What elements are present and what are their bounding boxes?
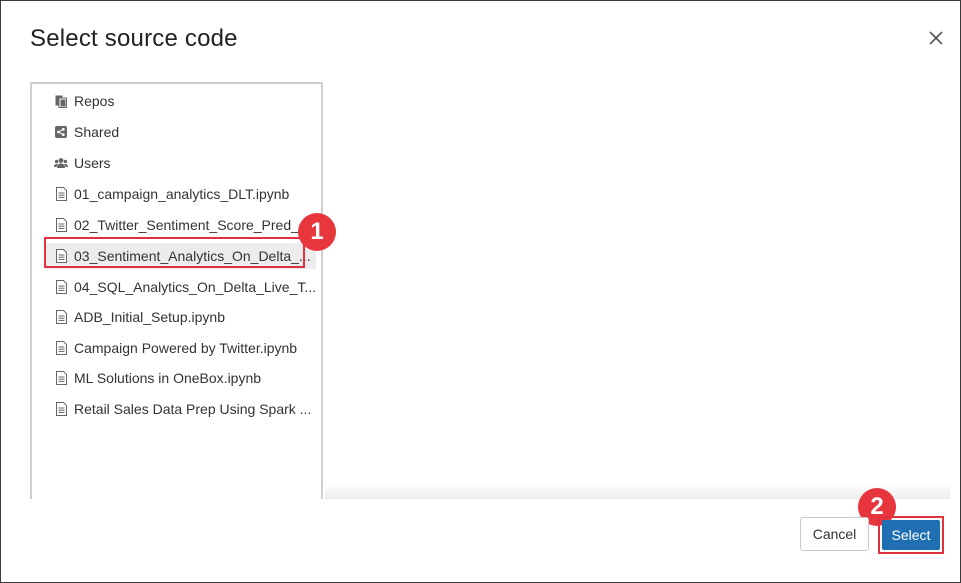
- tree-item-label: Campaign Powered by Twitter.ipynb: [74, 340, 298, 356]
- tree-item-label: 01_campaign_analytics_DLT.ipynb: [74, 186, 290, 202]
- tree-item-notebook-selected[interactable]: 03_Sentiment_Analytics_On_Delta_...: [46, 243, 316, 269]
- notebook-icon: [54, 279, 68, 295]
- tree-item-repos[interactable]: Repos: [54, 88, 316, 114]
- tree-item-notebook[interactable]: ML Solutions in OneBox.ipynb: [54, 365, 316, 391]
- tree-item-notebook[interactable]: Campaign Powered by Twitter.ipynb: [54, 335, 316, 361]
- tree-item-notebook[interactable]: ADB_Initial_Setup.ipynb: [54, 304, 316, 330]
- notebook-icon: [54, 217, 68, 233]
- notebook-icon: [54, 309, 68, 325]
- tree-item-notebook[interactable]: Retail Sales Data Prep Using Spark ...: [54, 396, 316, 422]
- tree-item-label: 03_Sentiment_Analytics_On_Delta_...: [74, 248, 311, 264]
- notebook-icon: [54, 370, 68, 386]
- tree-item-label: Retail Sales Data Prep Using Spark ...: [74, 401, 312, 417]
- tree-item-label: 04_SQL_Analytics_On_Delta_Live_T...: [74, 279, 316, 295]
- dialog-title: Select source code: [30, 25, 238, 52]
- tree-item-users[interactable]: Users: [54, 150, 316, 176]
- users-icon: [54, 155, 68, 171]
- tree-item-label: ML Solutions in OneBox.ipynb: [74, 370, 262, 386]
- notebook-icon: [54, 248, 68, 264]
- select-source-code-dialog: Select source code Repos Shared Users 01…: [0, 0, 961, 583]
- cancel-button[interactable]: Cancel: [800, 517, 869, 551]
- tree-item-label: Users: [74, 155, 111, 171]
- step2-highlight-box: Select: [878, 516, 944, 554]
- tree-item-notebook[interactable]: 02_Twitter_Sentiment_Score_Pred_...: [54, 212, 316, 238]
- file-tree: Repos Shared Users 01_campaign_analytics…: [30, 82, 323, 499]
- notebook-icon: [54, 186, 68, 202]
- select-button[interactable]: Select: [882, 520, 940, 550]
- tree-item-shared[interactable]: Shared: [54, 119, 316, 145]
- tree-item-label: Repos: [74, 93, 115, 109]
- tree-item-label: 02_Twitter_Sentiment_Score_Pred_...: [74, 217, 311, 233]
- close-icon[interactable]: [925, 27, 947, 49]
- tree-item-notebook[interactable]: 04_SQL_Analytics_On_Delta_Live_T...: [54, 274, 316, 300]
- repos-icon: [54, 93, 68, 109]
- preview-panel-shadow: [325, 482, 950, 499]
- notebook-icon: [54, 401, 68, 417]
- tree-item-notebook[interactable]: 01_campaign_analytics_DLT.ipynb: [54, 181, 316, 207]
- step1-badge: 1: [298, 213, 336, 251]
- tree-item-label: Shared: [74, 124, 120, 140]
- tree-item-label: ADB_Initial_Setup.ipynb: [74, 309, 225, 325]
- share-icon: [54, 124, 68, 140]
- notebook-icon: [54, 340, 68, 356]
